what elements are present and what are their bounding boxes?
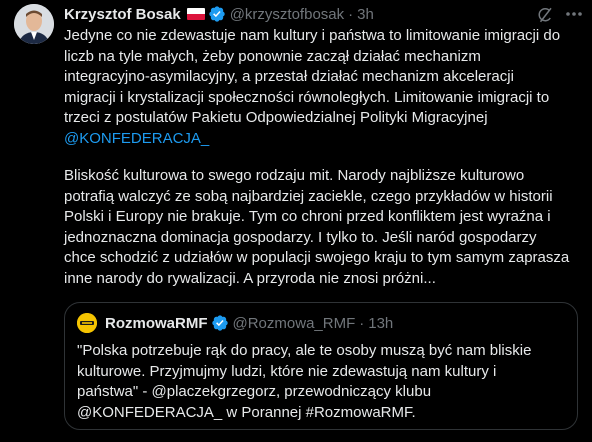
- author-name[interactable]: Krzysztof Bosak: [64, 6, 181, 23]
- poland-flag-icon: [186, 8, 205, 20]
- quoted-tweet[interactable]: RozmowaRMF @Rozmowa_RMF · 13h "Polska po…: [64, 302, 578, 430]
- quote-timestamp[interactable]: 13h: [368, 315, 393, 332]
- quote-verified-badge-icon[interactable]: [211, 314, 229, 332]
- tweet-text-paragraph-1: Jedyne co nie zdewastuje nam kultury i p…: [64, 26, 579, 149]
- quote-author-avatar[interactable]: [77, 313, 97, 333]
- tweet-paragraph-1-text: Jedyne co nie zdewastuje nam kultury i p…: [64, 27, 561, 126]
- tweet[interactable]: Krzysztof Bosak @krzysztofbosak · 3h Jed…: [0, 0, 592, 442]
- grok-icon[interactable]: [536, 6, 554, 24]
- tweet-text-paragraph-2: Bliskość kulturowa to swego rodzaju mit.…: [64, 167, 570, 287]
- tweet-header: Krzysztof Bosak @krzysztofbosak · 3h: [64, 5, 374, 23]
- quote-header: RozmowaRMF @Rozmowa_RMF · 13h: [105, 313, 393, 333]
- quote-separator-dot: ·: [359, 314, 365, 332]
- more-options-icon[interactable]: [564, 4, 584, 24]
- tweet-timestamp[interactable]: 3h: [357, 6, 374, 23]
- quote-author-name[interactable]: RozmowaRMF: [105, 315, 208, 332]
- mention-link[interactable]: @KONFEDERACJA_: [64, 130, 209, 147]
- separator-dot: ·: [348, 5, 354, 23]
- author-avatar[interactable]: [14, 4, 54, 44]
- author-handle[interactable]: @krzysztofbosak: [230, 6, 344, 23]
- quote-author-handle[interactable]: @Rozmowa_RMF: [233, 315, 356, 332]
- quote-text: "Polska potrzebuje rąk do pracy, ale te …: [77, 342, 532, 421]
- verified-badge-icon[interactable]: [208, 5, 226, 23]
